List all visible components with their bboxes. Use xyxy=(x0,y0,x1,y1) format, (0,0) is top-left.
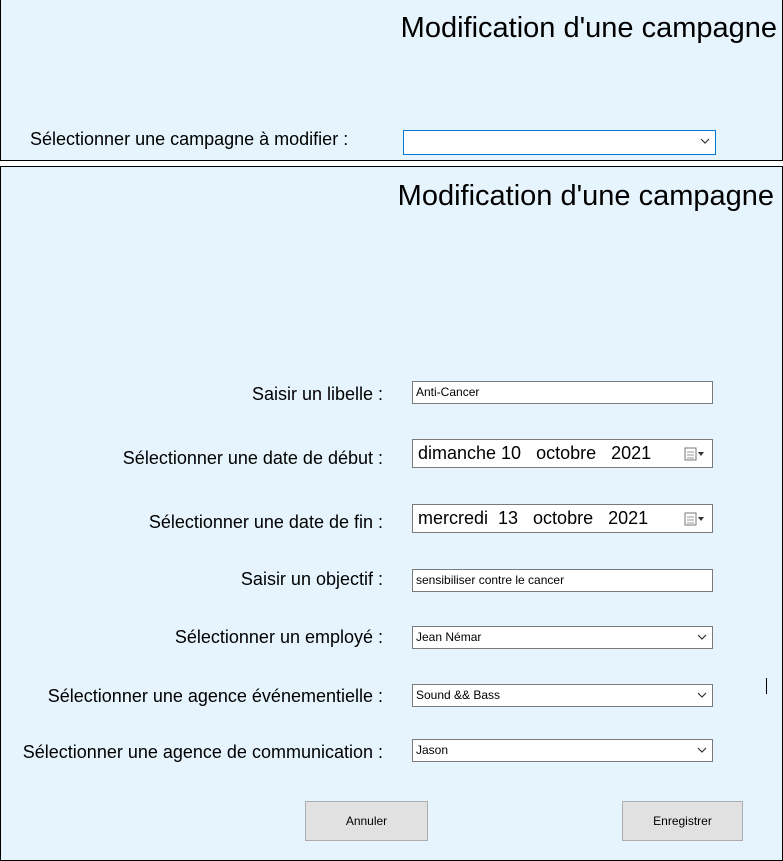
chevron-down-icon[interactable] xyxy=(696,629,708,645)
end-date-picker[interactable]: mercredi 13 octobre 2021 xyxy=(412,504,713,533)
comm-agency-value: Jason xyxy=(416,743,449,757)
save-button[interactable]: Enregistrer xyxy=(622,801,743,841)
page-title: Modification d'une campagne xyxy=(400,12,777,44)
text-cursor xyxy=(766,678,767,694)
objectif-label: Saisir un objectif : xyxy=(240,569,383,589)
chevron-down-icon[interactable] xyxy=(696,687,708,703)
end-date-value: mercredi 13 octobre 2021 xyxy=(418,508,649,528)
campaign-select[interactable] xyxy=(403,130,716,155)
event-agency-value: Sound && Bass xyxy=(416,688,501,702)
chevron-down-icon[interactable] xyxy=(696,742,708,758)
start-date-label: Sélectionner une date de début : xyxy=(122,448,383,468)
employee-value: Jean Némar xyxy=(416,630,482,644)
libelle-input[interactable]: Anti-Cancer xyxy=(412,381,713,404)
campaign-edit-form: Modification d'une campagne Saisir un li… xyxy=(0,166,783,861)
start-date-value: dimanche 10 octobre 2021 xyxy=(418,443,652,463)
campaign-selection-panel: Modification d'une campagne Sélectionner… xyxy=(0,0,783,161)
employee-label: Sélectionner un employé : xyxy=(174,627,383,647)
libelle-value: Anti-Cancer xyxy=(416,385,480,399)
comm-agency-label: Sélectionner une agence de communication… xyxy=(22,742,383,762)
comm-agency-select[interactable]: Jason xyxy=(412,739,713,762)
calendar-icon[interactable] xyxy=(684,447,706,461)
cancel-button[interactable]: Annuler xyxy=(305,801,428,841)
calendar-icon[interactable] xyxy=(684,512,706,526)
campaign-select-label: Sélectionner une campagne à modifier : xyxy=(30,129,349,149)
objectif-input[interactable]: sensibiliser contre le cancer xyxy=(412,569,713,592)
employee-select[interactable]: Jean Némar xyxy=(412,626,713,649)
end-date-label: Sélectionner une date de fin : xyxy=(148,512,383,532)
event-agency-label: Sélectionner une agence événementielle : xyxy=(47,686,383,706)
form-title: Modification d'une campagne xyxy=(397,180,774,212)
start-date-picker[interactable]: dimanche 10 octobre 2021 xyxy=(412,439,713,468)
event-agency-select[interactable]: Sound && Bass xyxy=(412,684,713,707)
objectif-value: sensibiliser contre le cancer xyxy=(416,573,565,587)
libelle-label: Saisir un libelle : xyxy=(251,384,383,404)
chevron-down-icon[interactable] xyxy=(699,133,711,149)
